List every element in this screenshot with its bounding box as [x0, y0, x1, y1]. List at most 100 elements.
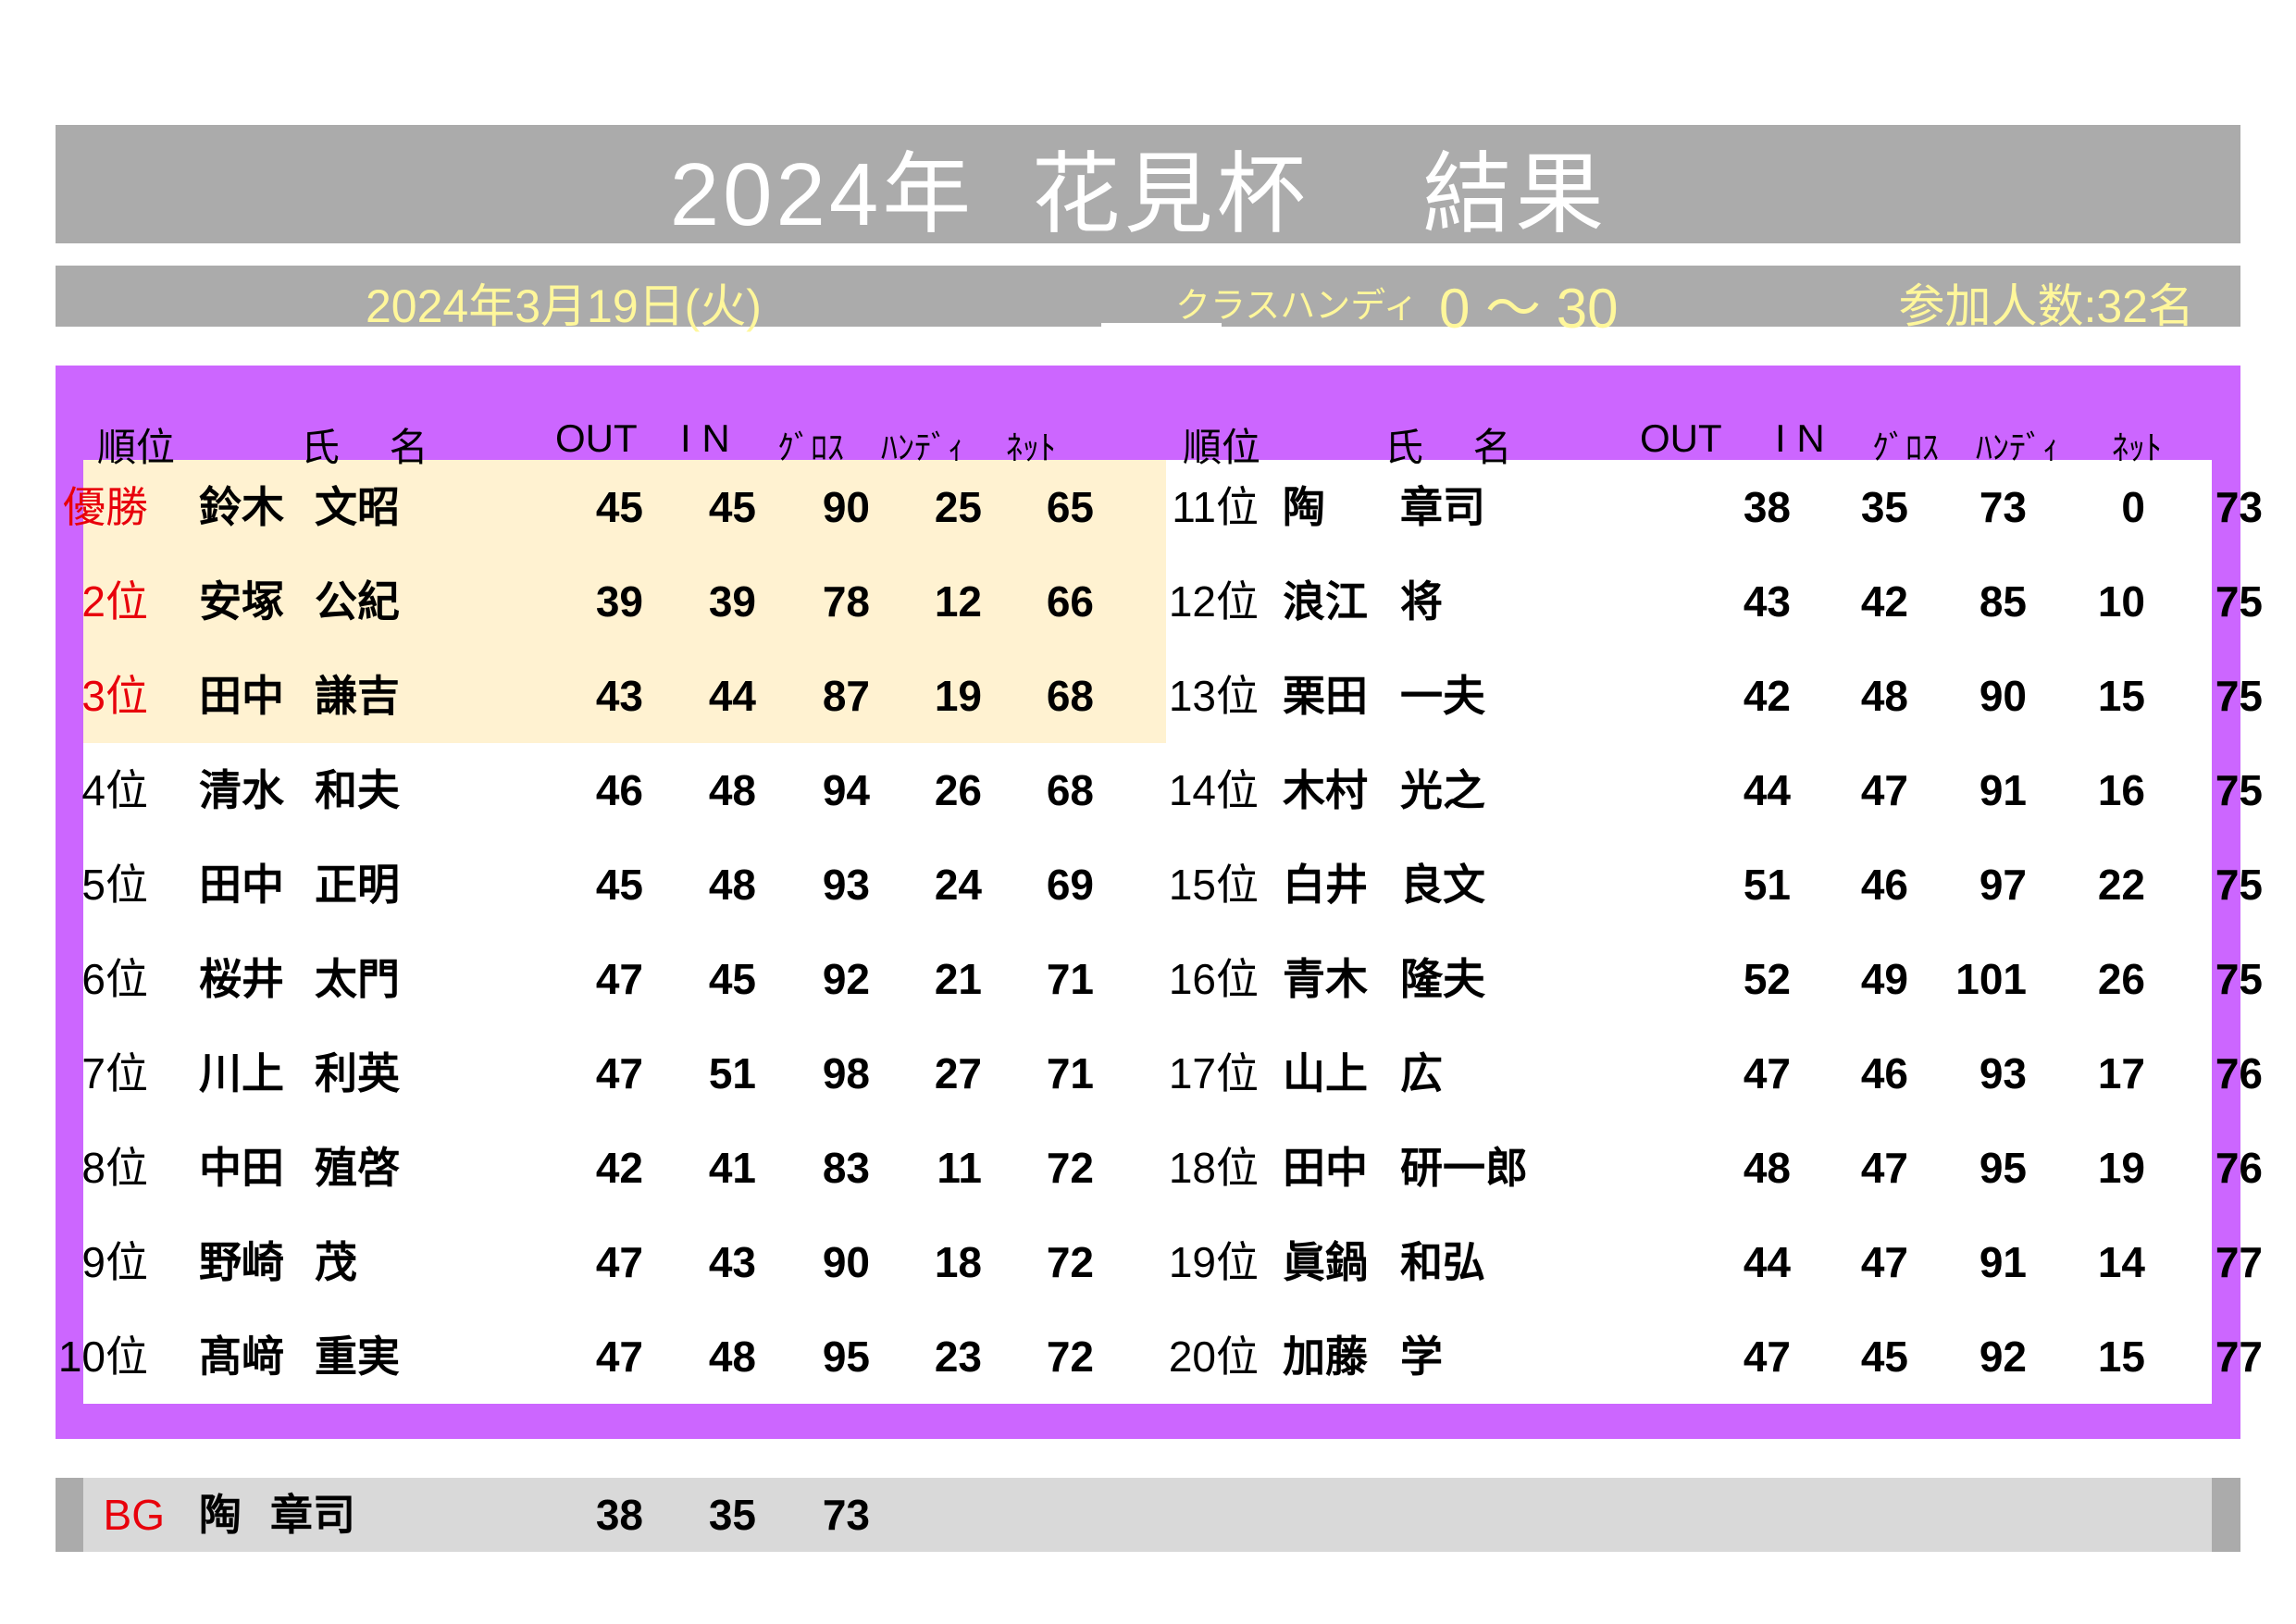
- best-gross-out: 38: [595, 1491, 643, 1539]
- net-score-cell: 77: [2215, 1238, 2263, 1286]
- in-score-cell: 47: [1860, 1238, 1908, 1286]
- net-score-cell: 75: [2215, 955, 2263, 1003]
- given-name-cell: 研一郎: [1400, 1144, 1528, 1192]
- table-row: 19位 眞鍋 和弘 44 47 91 14 77: [56, 1215, 2263, 1309]
- table-row: 11位陶 章司 38 35 73 0 73: [56, 460, 2263, 554]
- handicap-cell: 19: [2097, 1144, 2145, 1192]
- handicap-cell: 10: [2097, 577, 2145, 626]
- in-score-cell: 47: [1860, 766, 1908, 814]
- gross-score-cell: 92: [1979, 1333, 2027, 1381]
- surname-cell: 浪江: [1283, 577, 1368, 626]
- net-score-cell: 76: [2215, 1144, 2263, 1192]
- class-handicap-range: 0 ～ 30: [1439, 278, 1619, 340]
- in-score-cell: 45: [1860, 1333, 1908, 1381]
- given-name-cell: 将: [1400, 577, 1443, 626]
- in-score-cell: 42: [1860, 577, 1908, 626]
- best-gross-surname: 陶: [199, 1491, 242, 1539]
- surname-cell: 木村: [1283, 766, 1368, 814]
- rank-cell: 19位: [1168, 1238, 1259, 1286]
- gross-score-cell: 90: [1979, 672, 2027, 720]
- handicap-cell: 17: [2097, 1049, 2145, 1097]
- out-score-cell: 47: [1743, 1333, 1791, 1381]
- gross-score-cell: 73: [1979, 483, 2027, 531]
- table-row: 13位 栗田 一夫 42 48 90 15 75: [56, 649, 2263, 743]
- header-in-left: I N: [680, 416, 730, 460]
- net-score-cell: 76: [2215, 1049, 2263, 1097]
- rank-cell: 11位: [1172, 483, 1259, 531]
- given-name-cell: 光之: [1400, 766, 1485, 814]
- event-date: 2024年3月19日(火): [366, 280, 762, 332]
- best-gross-label: BG: [103, 1491, 165, 1539]
- table-row: 20位 加藤学 47 45 92 15 77: [56, 1309, 2263, 1404]
- in-score-cell: 35: [1860, 483, 1908, 531]
- class-handicap-label: クラスハンディ: [1175, 287, 1419, 326]
- out-score-cell: 48: [1743, 1144, 1791, 1192]
- handicap-cell: 15: [2097, 672, 2145, 720]
- participant-count: 参加人数:32名: [1898, 280, 2194, 332]
- out-score-cell: 52: [1743, 955, 1791, 1003]
- gross-score-cell: 85: [1979, 577, 2027, 626]
- out-score-cell: 44: [1743, 766, 1791, 814]
- gross-score-cell: 97: [1979, 861, 2027, 909]
- rank-cell: 14位: [1168, 766, 1259, 814]
- gross-score-cell: 101: [1955, 955, 2027, 1003]
- in-score-cell: 46: [1860, 861, 1908, 909]
- out-score-cell: 42: [1743, 672, 1791, 720]
- best-gross-gross: 73: [822, 1491, 870, 1539]
- surname-cell: 白井: [1283, 861, 1368, 909]
- handicap-cell: 16: [2097, 766, 2145, 814]
- rank-cell: 20位: [1168, 1333, 1259, 1381]
- header-out-right: OUT: [1640, 416, 1722, 460]
- surname-cell: 加藤: [1283, 1333, 1368, 1381]
- surname-cell: 山上: [1283, 1049, 1368, 1097]
- subheader-divider: [1101, 323, 1222, 329]
- given-name-cell: 章司: [1400, 483, 1485, 531]
- table-row: 16位 青木 隆夫 52 49 101 26 75: [56, 932, 2263, 1026]
- out-score-cell: 44: [1743, 1238, 1791, 1286]
- gross-score-cell: 91: [1979, 1238, 2027, 1286]
- out-score-cell: 51: [1743, 861, 1791, 909]
- in-score-cell: 48: [1860, 672, 1908, 720]
- given-name-cell: 和弘: [1400, 1238, 1485, 1286]
- table-row: 12位 浪江将 43 42 85 10 75: [56, 554, 2263, 649]
- rank-cell: 12位: [1168, 577, 1259, 626]
- page-title: 2024年 花見杯 結果: [669, 144, 1608, 244]
- net-score-cell: 75: [2215, 577, 2263, 626]
- given-name-cell: 一夫: [1400, 672, 1485, 720]
- table-row: 15位 白井 良文 51 46 97 22 75: [56, 837, 2263, 932]
- handicap-cell: 0: [2121, 483, 2145, 531]
- surname-cell: 栗田: [1283, 672, 1368, 720]
- header-in-right: I N: [1775, 416, 1825, 460]
- rank-cell: 15位: [1168, 861, 1259, 909]
- table-row: 17位 山上広 47 46 93 17 76: [56, 1026, 2263, 1121]
- in-score-cell: 49: [1860, 955, 1908, 1003]
- rank-cell: 16位: [1168, 955, 1259, 1003]
- best-gross-bar: BG 陶 章司 38 35 73: [56, 1478, 2240, 1552]
- out-score-cell: 38: [1743, 483, 1791, 531]
- gross-score-cell: 91: [1979, 766, 2027, 814]
- gross-score-cell: 93: [1979, 1049, 2027, 1097]
- table-row: 18位 田中 研一郎 48 47 95 19 76: [56, 1121, 2263, 1215]
- net-score-cell: 75: [2215, 861, 2263, 909]
- table-row: 14位 木村 光之 44 47 91 16 75: [56, 743, 2263, 837]
- out-score-cell: 43: [1743, 577, 1791, 626]
- handicap-cell: 22: [2097, 861, 2145, 909]
- handicap-cell: 26: [2097, 955, 2145, 1003]
- in-score-cell: 47: [1860, 1144, 1908, 1192]
- given-name-cell: 学: [1400, 1333, 1443, 1381]
- net-score-cell: 73: [2215, 483, 2263, 531]
- net-score-cell: 75: [2215, 766, 2263, 814]
- surname-cell: 青木: [1283, 955, 1368, 1003]
- net-score-cell: 77: [2215, 1333, 2263, 1381]
- out-score-cell: 47: [1743, 1049, 1791, 1097]
- in-score-cell: 46: [1860, 1049, 1908, 1097]
- header-out-left: OUT: [555, 416, 638, 460]
- given-name-cell: 隆夫: [1400, 955, 1485, 1003]
- surname-cell: 眞鍋: [1283, 1238, 1368, 1286]
- results-panel: 順位 氏 名 OUT I N ｸﾞﾛｽ ﾊﾝﾃﾞｨ ﾈｯﾄ 順位 氏 名 OUT…: [56, 366, 2263, 1439]
- rank-cell: 18位: [1168, 1144, 1259, 1192]
- surname-cell: 田中: [1283, 1144, 1368, 1192]
- surname-cell: 陶: [1283, 483, 1325, 531]
- best-gross-area: [83, 1478, 2212, 1552]
- net-score-cell: 75: [2215, 672, 2263, 720]
